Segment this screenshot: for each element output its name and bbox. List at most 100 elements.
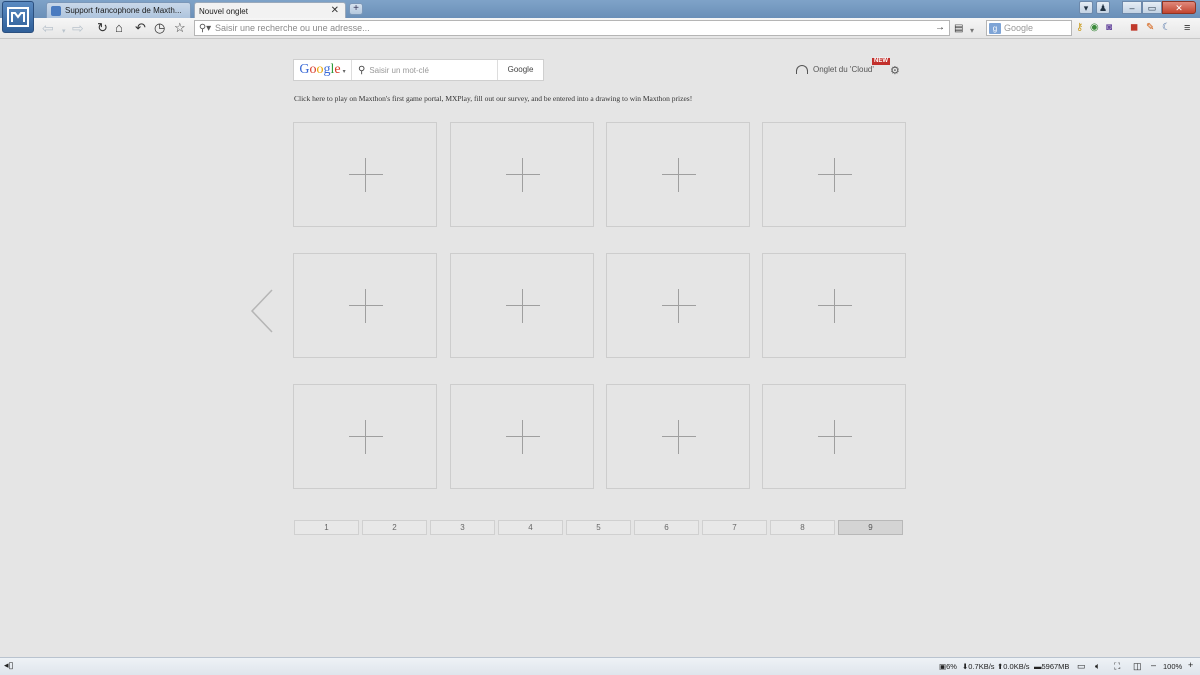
speed-dial-tile[interactable] xyxy=(450,253,594,358)
cpu-usage: ▣6% xyxy=(939,662,957,671)
add-plus-icon xyxy=(662,436,696,437)
speed-dial-tile[interactable] xyxy=(606,122,750,227)
menu-icon[interactable]: ≡ xyxy=(1184,21,1190,35)
add-plus-icon xyxy=(522,158,523,192)
pager-button-9[interactable]: 9 xyxy=(838,520,903,535)
home-icon[interactable]: ⌂ xyxy=(115,21,123,35)
undo-close-icon[interactable]: ↶ xyxy=(135,21,146,35)
memory-usage: ▬5967MB xyxy=(1034,662,1070,671)
tools-icon[interactable]: ✎ xyxy=(1146,21,1154,35)
close-window-button[interactable]: ✕ xyxy=(1162,1,1196,14)
key-icon[interactable]: ⚷ xyxy=(1076,21,1083,35)
fullscreen-icon[interactable]: ⛶ xyxy=(1114,661,1120,672)
cloud-tab-link[interactable]: Onglet du 'Cloud' xyxy=(796,65,874,74)
speed-dial-tile[interactable] xyxy=(293,122,437,227)
add-plus-icon xyxy=(834,289,835,323)
toolbar-search-input[interactable]: Google xyxy=(1004,23,1033,33)
speed-dial-tile[interactable] xyxy=(762,122,906,227)
new-tab-button[interactable]: + xyxy=(349,3,363,15)
sidebar-toggle-icon[interactable]: ◂▯ xyxy=(4,660,13,671)
maxthon-favicon-icon xyxy=(51,5,61,16)
speed-dial-tile[interactable] xyxy=(762,384,906,489)
add-plus-icon xyxy=(818,174,852,175)
tab-list-icon[interactable]: ▾ xyxy=(1079,1,1093,14)
chevron-down-icon[interactable]: ▾ xyxy=(343,69,346,75)
status-bar: ◂▯ ▣6% ⬇0.7KB/s ⬆0.0KB/s ▬5967MB ▭ 🔈︎ ⛶ … xyxy=(0,657,1200,675)
previous-page-arrow-icon[interactable] xyxy=(250,288,276,334)
add-plus-icon xyxy=(818,436,852,437)
skin-shirt-icon[interactable]: ♟ xyxy=(1096,1,1110,14)
add-plus-icon xyxy=(349,305,383,306)
pager-button-7[interactable]: 7 xyxy=(702,520,767,535)
screenshot-icon[interactable]: ▭ xyxy=(1077,661,1086,672)
pager-button-1[interactable]: 1 xyxy=(294,520,359,535)
promo-link[interactable]: Click here to play on Maxthon's first ga… xyxy=(294,94,692,103)
navigation-toolbar: ⇦ ▾ ⇨ ↻ ⌂ ↶ ◷ ☆ ⚲▾ Saisir une recherche … xyxy=(0,18,1200,39)
add-plus-icon xyxy=(349,174,383,175)
tab-label: Nouvel onglet xyxy=(199,6,248,16)
add-plus-icon xyxy=(506,436,540,437)
maximize-button[interactable]: ▭ xyxy=(1142,1,1162,14)
back-arrow-icon[interactable]: ⇦ xyxy=(42,21,54,35)
speed-dial-tile[interactable] xyxy=(293,253,437,358)
google-logo[interactable]: Google ▾ xyxy=(294,60,352,80)
cloud-icon xyxy=(796,65,808,74)
maxthon-logo-icon[interactable] xyxy=(2,1,34,33)
speed-dial-tile[interactable] xyxy=(606,384,750,489)
pager-button-2[interactable]: 2 xyxy=(362,520,427,535)
add-plus-icon xyxy=(678,289,679,323)
title-bar: Support francophone de Maxth... Nouvel o… xyxy=(0,0,1200,19)
speed-dial-tile[interactable] xyxy=(450,122,594,227)
search-icon: ⚲ xyxy=(358,64,366,76)
address-dropdown-icon[interactable]: ▾ xyxy=(970,24,974,38)
google-search-input[interactable]: ⚲ Saisir un mot-clé xyxy=(352,65,497,76)
google-search-widget: Google ▾ ⚲ Saisir un mot-clé Google xyxy=(293,59,544,81)
pager-button-5[interactable]: 5 xyxy=(566,520,631,535)
zoom-out-button[interactable]: – xyxy=(1151,660,1156,670)
pager-button-6[interactable]: 6 xyxy=(634,520,699,535)
add-plus-icon xyxy=(662,305,696,306)
add-plus-icon xyxy=(522,420,523,454)
speed-dial-tile[interactable] xyxy=(606,253,750,358)
new-badge: NEW xyxy=(872,58,890,65)
reload-icon[interactable]: ↻ xyxy=(97,21,108,35)
pager-button-4[interactable]: 4 xyxy=(498,520,563,535)
close-tab-icon[interactable]: ✕ xyxy=(331,5,339,16)
zoom-level[interactable]: 100% xyxy=(1163,662,1182,671)
download-speed: ⬇0.7KB/s xyxy=(962,662,995,671)
address-bar[interactable]: ⚲▾ Saisir une recherche ou une adresse..… xyxy=(194,20,950,36)
add-plus-icon xyxy=(522,289,523,323)
speed-dial-tile[interactable] xyxy=(293,384,437,489)
speed-dial-tile[interactable] xyxy=(762,253,906,358)
favorite-star-icon[interactable]: ☆ xyxy=(174,21,186,35)
add-plus-icon xyxy=(365,420,366,454)
rss-user-icon[interactable]: ◉ xyxy=(1090,21,1099,35)
reader-mode-icon[interactable]: ▤ xyxy=(954,22,963,36)
forward-arrow-icon[interactable]: ⇨ xyxy=(72,21,84,35)
google-engine-icon[interactable]: g xyxy=(989,22,1001,34)
cloud-tab-label: Onglet du 'Cloud' xyxy=(813,65,874,74)
gear-icon[interactable]: ⚙ xyxy=(890,64,900,77)
google-search-placeholder: Saisir un mot-clé xyxy=(369,65,429,75)
google-search-button[interactable]: Google xyxy=(497,60,543,80)
pager-button-3[interactable]: 3 xyxy=(430,520,495,535)
address-input[interactable]: Saisir une recherche ou une adresse... xyxy=(215,23,370,33)
toolbar-search-box[interactable]: g Google xyxy=(986,20,1072,36)
split-screen-icon[interactable]: ◫ xyxy=(1133,661,1142,672)
tab-support-francophone[interactable]: Support francophone de Maxth... xyxy=(46,2,191,18)
history-dropdown-icon[interactable]: ▾ xyxy=(62,25,66,39)
go-arrow-icon[interactable]: → xyxy=(935,22,945,33)
add-plus-icon xyxy=(365,289,366,323)
zoom-in-button[interactable]: + xyxy=(1188,660,1193,670)
adblock-icon[interactable]: ◼ xyxy=(1130,21,1138,35)
speed-dial-tile[interactable] xyxy=(450,384,594,489)
pager-button-8[interactable]: 8 xyxy=(770,520,835,535)
tab-nouvel-onglet[interactable]: Nouvel onglet ✕ xyxy=(194,2,346,19)
history-clock-icon[interactable]: ◷ xyxy=(154,21,165,35)
add-plus-icon xyxy=(818,305,852,306)
minimize-button[interactable]: – xyxy=(1122,1,1142,14)
night-mode-moon-icon[interactable]: ☾ xyxy=(1162,21,1171,35)
volume-icon[interactable]: 🔈︎ xyxy=(1095,661,1100,672)
screenshot-camera-icon[interactable]: ◙ xyxy=(1106,21,1112,35)
add-plus-icon xyxy=(678,158,679,192)
